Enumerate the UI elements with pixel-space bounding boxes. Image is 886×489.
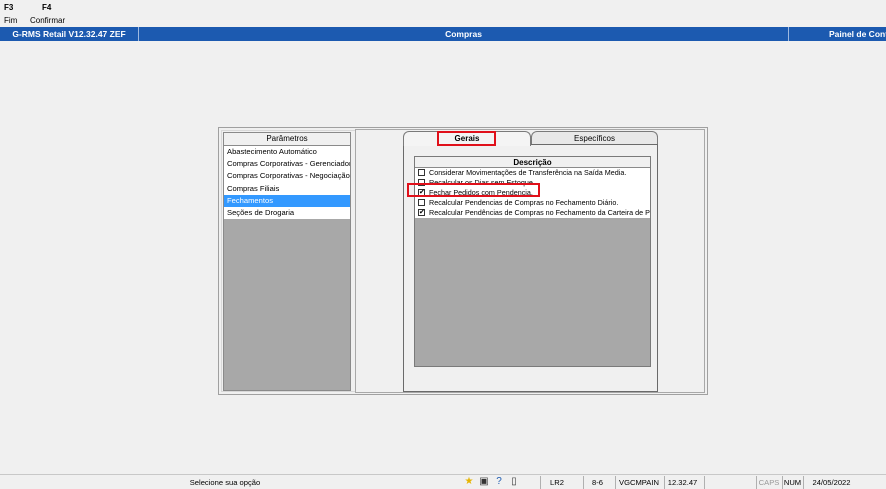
status-version: 12.32.47 xyxy=(664,476,700,489)
module-title: Compras xyxy=(139,27,789,41)
param-item-corp-negociacao[interactable]: Compras Corporativas - Negociação xyxy=(224,170,350,183)
param-item-abastecimento[interactable]: Abastecimento Automático xyxy=(224,146,350,159)
param-item-fechamentos[interactable]: Fechamentos xyxy=(224,194,350,207)
row-label: Considerar Movimentações de Transferênci… xyxy=(429,168,627,177)
status-lr: LR2 xyxy=(540,476,573,489)
tab-especificos[interactable]: Específicos xyxy=(531,131,658,145)
row-checkbox[interactable] xyxy=(418,169,425,176)
grid-row: Recalcular Pendencias de Compras no Fech… xyxy=(415,198,650,208)
grid-header-descricao: Descrição xyxy=(415,157,650,168)
f4-confirmar-button[interactable]: F4 Confirmar xyxy=(30,3,65,26)
row-checkbox[interactable] xyxy=(418,199,425,206)
row-label: Recalcular Pendencias de Compras no Fech… xyxy=(429,198,619,207)
tab-gerais[interactable]: Gerais xyxy=(403,131,531,146)
user-settings-icon[interactable]: ▣ xyxy=(478,476,490,488)
f3-fim-button[interactable]: F3 Fim xyxy=(4,3,17,26)
param-item-compras-filiais[interactable]: Compras Filiais xyxy=(224,182,350,195)
status-message: Selecione sua opção xyxy=(189,478,261,487)
grid-row: Considerar Movimentações de Transferênci… xyxy=(415,168,650,178)
row-checkbox[interactable]: ✔ xyxy=(418,209,425,216)
title-bar: G-RMS Retail V12.32.47 ZEF Compras Paine… xyxy=(0,27,886,41)
row-checkbox[interactable] xyxy=(418,179,425,186)
f3-label: Fim xyxy=(4,16,18,25)
help-icon[interactable]: ? xyxy=(493,476,505,488)
status-empty xyxy=(704,476,754,489)
status-code: 8-6 xyxy=(583,476,611,489)
param-item-corp-gerenciador[interactable]: Compras Corporativas - Gerenciador xyxy=(224,158,350,171)
status-date: 24/05/2022 xyxy=(803,476,859,489)
status-num: NUM xyxy=(782,476,802,489)
status-bar: Selecione sua opção ★ ▣? ▯ LR2 8-6 VGCMPAI… xyxy=(0,474,886,489)
row-label: Fechar Pedidos com Pendencia. xyxy=(429,188,533,197)
param-item-secoes-drogaria[interactable]: Seções de Drogaria xyxy=(224,206,350,220)
grid-row: Recalcular os Dias sem Estoque. xyxy=(415,178,650,188)
grid-row: ✔ Fechar Pedidos com Pendencia. xyxy=(415,188,650,198)
parameters-header: Parâmetros xyxy=(224,133,350,146)
f3-key: F3 xyxy=(4,3,14,12)
status-icons: ★ ▣? ▯ xyxy=(463,476,523,489)
clipboard-icon[interactable]: ▯ xyxy=(508,476,520,488)
f4-label: Confirmar xyxy=(30,16,66,25)
f4-key: F4 xyxy=(42,3,52,12)
row-label: Recalcular os Dias sem Estoque. xyxy=(429,178,535,187)
panel-title: Painel de Cont xyxy=(829,29,886,39)
grid-row: ✔ Recalcular Pendências de Compras no Fe… xyxy=(415,208,650,218)
options-grid: Descrição Considerar Movimentações de Tr… xyxy=(414,156,651,367)
status-db: VGCMPAIN xyxy=(615,476,662,489)
function-key-bar: F3 Fim F4 Confirmar xyxy=(0,0,886,27)
app-title: G-RMS Retail V12.32.47 ZEF xyxy=(0,27,139,41)
parameters-list: Parâmetros Abastecimento Automático Comp… xyxy=(223,132,351,391)
row-checkbox[interactable]: ✔ xyxy=(418,189,425,196)
status-caps: CAPS xyxy=(756,476,781,489)
star-icon[interactable]: ★ xyxy=(463,476,475,488)
row-label: Recalcular Pendências de Compras no Fech… xyxy=(429,208,650,217)
